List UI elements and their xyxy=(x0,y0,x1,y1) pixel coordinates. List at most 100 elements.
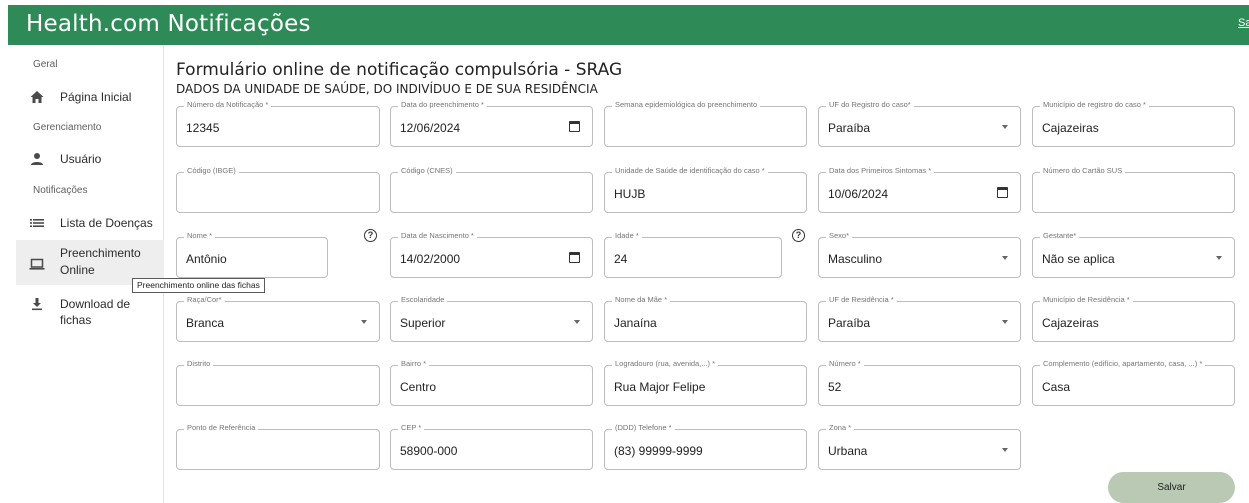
page-title: Formulário online de notificação compuls… xyxy=(176,60,623,80)
raca-cor-select[interactable]: Raça/Cor* Branca xyxy=(176,295,380,342)
field-value: Cajazeiras xyxy=(1042,121,1099,135)
municipio-registro-field[interactable]: Município de registro do caso * Cajazeir… xyxy=(1032,100,1235,147)
zona-select[interactable]: Zona * Urbana xyxy=(818,423,1021,470)
field-label: Semana epidemiológica do preenchimento xyxy=(612,100,761,109)
logout-link[interactable]: Sair xyxy=(1238,17,1249,29)
chevron-down-icon xyxy=(361,320,367,324)
field-label: Nome da Mãe * xyxy=(612,295,671,304)
field-value: Não se aplica xyxy=(1042,252,1115,266)
distrito-field[interactable]: Distrito xyxy=(176,359,380,406)
field-label: Unidade de Saúde de identificação do cas… xyxy=(612,166,768,175)
uf-registro-select[interactable]: UF do Registro do caso* Paraíba xyxy=(818,100,1021,147)
chevron-down-icon xyxy=(1002,448,1008,452)
field-value: Janaína xyxy=(614,316,657,330)
field-value: 14/02/2000 xyxy=(400,252,461,266)
field-value: Cajazeiras xyxy=(1042,316,1099,330)
field-value: Urbana xyxy=(828,444,868,458)
help-icon[interactable]: ? xyxy=(792,229,805,242)
field-label: Bairro * xyxy=(398,359,430,368)
calendar-icon[interactable] xyxy=(569,121,580,132)
section-gerenciamento: Gerenciamento xyxy=(33,122,102,133)
chevron-down-icon xyxy=(1216,256,1222,260)
field-label: Idade * xyxy=(612,231,642,240)
data-preenchimento-field[interactable]: Data do preenchimento * 12/06/2024 xyxy=(390,100,593,147)
chevron-down-icon xyxy=(1002,125,1008,129)
data-sintomas-field[interactable]: Data dos Primeiros Sintomas * 10/06/2024 xyxy=(818,166,1021,213)
field-label: UF de Residência * xyxy=(826,295,897,304)
nome-field[interactable]: Nome * Antônio xyxy=(176,231,328,278)
semana-epidemiologica-field[interactable]: Semana epidemiológica do preenchimento xyxy=(604,100,807,147)
field-value: Rua Major Felipe xyxy=(614,380,706,394)
telefone-field[interactable]: (DDD) Telefone * (83) 99999-9999 xyxy=(604,423,807,470)
ponto-referencia-field[interactable]: Ponto de Referência xyxy=(176,423,380,470)
field-value: 12/06/2024 xyxy=(400,121,461,135)
field-value: 12345 xyxy=(186,121,220,135)
chevron-down-icon xyxy=(574,320,580,324)
complemento-field[interactable]: Complemento (edifício, apartamento, casa… xyxy=(1032,359,1235,406)
help-icon[interactable]: ? xyxy=(364,229,377,242)
field-label: Município de Residência * xyxy=(1040,295,1133,304)
field-label: Logradouro (rua, avenida,...) * xyxy=(612,359,719,368)
numero-notificacao-field[interactable]: Número da Notificação * 12345 xyxy=(176,100,380,147)
laptop-icon xyxy=(29,256,45,272)
sidebar-item-home[interactable]: Página Inicial xyxy=(16,85,164,109)
data-nascimento-field[interactable]: Data de Nascimento * 14/02/2000 xyxy=(390,231,593,278)
field-label: Ponto de Referência xyxy=(184,423,259,432)
field-label: Município de registro do caso * xyxy=(1040,100,1149,109)
field-value: Paraíba xyxy=(828,316,871,330)
sexo-select[interactable]: Sexo* Masculino xyxy=(818,231,1021,278)
sidebar-item-label-line2: Online xyxy=(60,263,95,277)
gestante-select[interactable]: Gestante* Não se aplica xyxy=(1032,231,1235,278)
field-value: (83) 99999-9999 xyxy=(614,444,703,458)
field-label: Data dos Primeiros Sintomas * xyxy=(826,166,935,175)
codigo-ibge-field[interactable]: Código (IBGE) xyxy=(176,166,380,213)
field-value: 10/06/2024 xyxy=(828,187,889,201)
numero-field[interactable]: Número * 52 xyxy=(818,359,1021,406)
section-subtitle: DADOS DA UNIDADE DE SAÚDE, DO INDIVÍDUO … xyxy=(176,82,598,96)
tooltip: Preenchimento online das fichas xyxy=(132,278,265,293)
logradouro-field[interactable]: Logradouro (rua, avenida,...) * Rua Majo… xyxy=(604,359,807,406)
sidebar-item-label: Usuário xyxy=(60,152,102,166)
field-label: Nome * xyxy=(184,231,216,240)
calendar-icon[interactable] xyxy=(569,252,580,263)
codigo-cnes-field[interactable]: Código (CNES) xyxy=(390,166,593,213)
calendar-icon[interactable] xyxy=(997,187,1008,198)
cartao-sus-field[interactable]: Número do Cartão SUS xyxy=(1032,166,1235,213)
nome-mae-field[interactable]: Nome da Mãe * Janaína xyxy=(604,295,807,342)
escolaridade-select[interactable]: Escolaridade Superior xyxy=(390,295,593,342)
sidebar-item-users[interactable]: Usuário xyxy=(16,148,164,172)
field-value: Paraíba xyxy=(828,121,871,135)
field-label: UF do Registro do caso* xyxy=(826,100,914,109)
bairro-field[interactable]: Bairro * Centro xyxy=(390,359,593,406)
idade-field[interactable]: Idade * 24 xyxy=(604,231,782,278)
field-value: Antônio xyxy=(186,252,227,266)
field-label: Escolaridade xyxy=(398,295,448,304)
unidade-saude-field[interactable]: Unidade de Saúde de identificação do cas… xyxy=(604,166,807,213)
section-notificacoes: Notificações xyxy=(33,185,88,196)
field-value: HUJB xyxy=(614,187,646,201)
field-value: Masculino xyxy=(828,252,883,266)
field-label: CEP * xyxy=(398,423,425,432)
section-geral: Geral xyxy=(33,59,58,70)
sidebar-item-download[interactable]: Download de fichas xyxy=(16,295,164,327)
list-icon xyxy=(29,215,45,231)
sidebar-item-diseases[interactable]: Lista de Doenças xyxy=(16,211,164,235)
cep-field[interactable]: CEP * 58900-000 xyxy=(390,423,593,470)
field-label: Distrito xyxy=(184,359,214,368)
sidebar-item-label: Preenchimento xyxy=(60,246,141,260)
field-label: Data do preenchimento * xyxy=(398,100,487,109)
field-label: (DDD) Telefone * xyxy=(612,423,675,432)
field-label: Código (CNES) xyxy=(398,166,456,175)
field-value: 52 xyxy=(828,380,842,394)
field-value: Casa xyxy=(1042,380,1071,394)
person-icon xyxy=(29,151,45,167)
sidebar-item-label: Lista de Doenças xyxy=(60,216,153,230)
uf-residencia-select[interactable]: UF de Residência * Paraíba xyxy=(818,295,1021,342)
save-button[interactable]: Salvar xyxy=(1108,472,1235,503)
download-icon xyxy=(29,296,45,312)
field-value: 24 xyxy=(614,252,628,266)
field-label: Raça/Cor* xyxy=(184,295,225,304)
field-value: Centro xyxy=(400,380,437,394)
municipio-residencia-field[interactable]: Município de Residência * Cajazeiras xyxy=(1032,295,1235,342)
field-label: Zona * xyxy=(826,423,855,432)
